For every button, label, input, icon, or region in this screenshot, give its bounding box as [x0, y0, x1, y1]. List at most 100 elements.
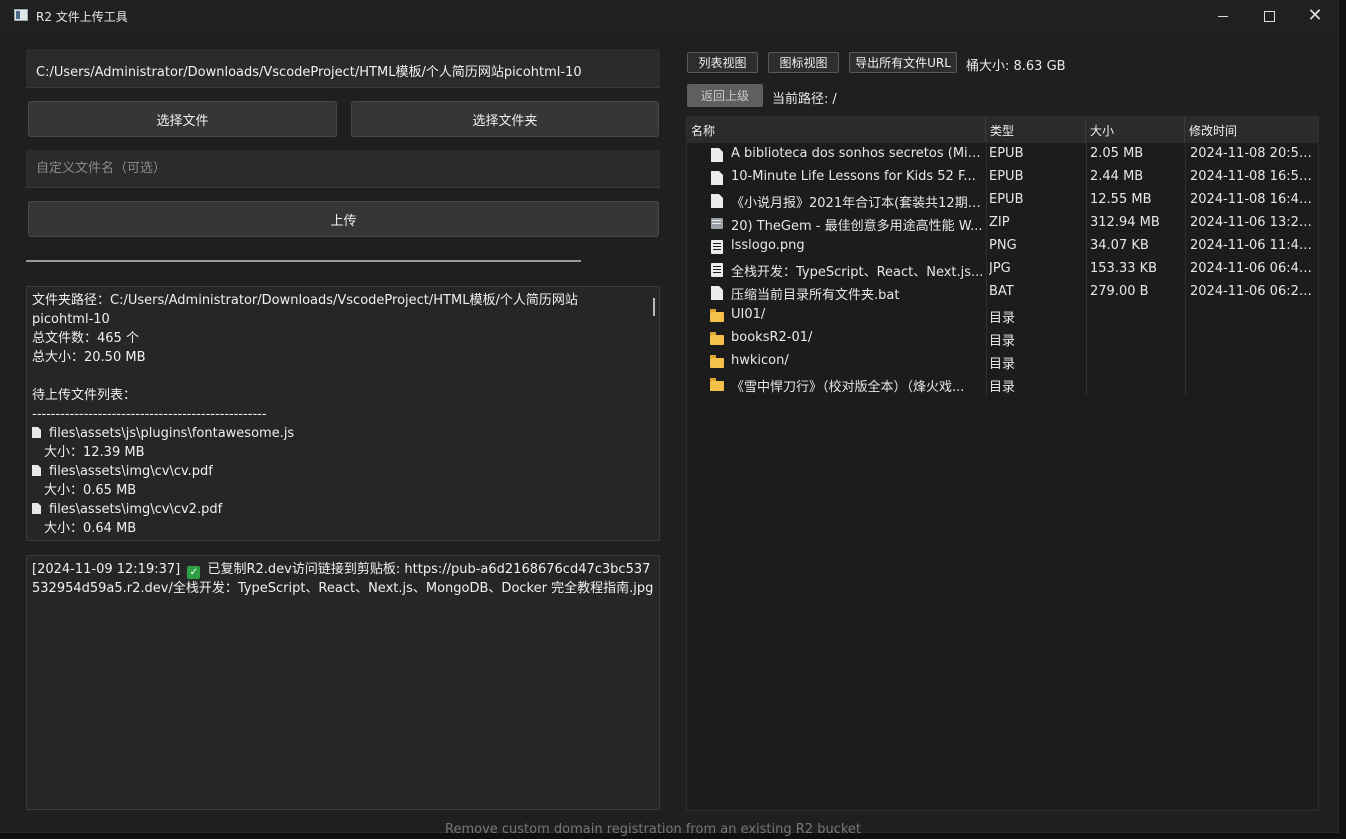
file-name: hwkicon/ [731, 353, 789, 368]
current-path-value: / [832, 92, 837, 107]
file-row[interactable]: 《小说月报》2021年合订本(套装共12期) ... EPUB 12.55 MB 20… [687, 189, 1318, 212]
file-name: 《小说月报》2021年合订本(套装共12期) ... [731, 196, 985, 211]
file-modified-time: 2024-11-08 20:50... [1190, 146, 1317, 161]
info-line: 大小：12.39 MB [32, 443, 642, 462]
file-type: 目录 [989, 380, 1016, 395]
file-row[interactable]: lsslogo.png PNG 34.07 KB 2024-11-06 11:49:5… [687, 235, 1318, 258]
log-panel[interactable]: [2024-11-09 12:19:37] ✓ 已复制R2.dev访问链接到剪贴… [26, 555, 660, 810]
file-name: 全栈开发：TypeScript、React、Next.js... [731, 265, 984, 280]
archive-icon [711, 218, 723, 229]
app-icon [14, 9, 28, 21]
file-row[interactable]: 全栈开发：TypeScript、React、Next.js... JPG 153.3… [687, 258, 1318, 281]
maximize-button[interactable] [1246, 0, 1292, 32]
file-name: 20) TheGem - 最佳创意多用途高性能 W... [731, 219, 983, 234]
info-line: 文件夹路径：C:/Users/Administrator/Downloads/V… [32, 291, 642, 310]
select-file-button[interactable]: 选择文件 [28, 101, 337, 137]
current-path-label: 当前路径: [772, 92, 829, 107]
check-icon: ✓ [187, 566, 201, 579]
file-row[interactable]: 压缩当前目录所有文件夹.bat BAT 279.00 B 2024-11-06 06:… [687, 281, 1318, 304]
file-size: 34.07 KB [1090, 238, 1149, 253]
folder-row[interactable]: booksR2-01/目录 [687, 327, 1318, 350]
file-name: UI01/ [731, 307, 766, 322]
file-modified-time: 2024-11-08 16:51:35 [1190, 169, 1317, 184]
select-folder-button[interactable]: 选择文件夹 [351, 101, 659, 137]
file-row[interactable]: 10-Minute Life Lessons for Kids 52 F... E… [687, 166, 1318, 189]
folder-icon [710, 378, 724, 391]
info-scrollbar[interactable] [653, 298, 655, 316]
minimize-button[interactable] [1200, 0, 1246, 32]
column-header-name[interactable]: 名称 [687, 117, 986, 143]
info-line: 总大小：20.50 MB [32, 348, 642, 367]
file-icon [711, 286, 723, 300]
file-row[interactable]: A biblioteca dos sonhos secretos (Mic...… [687, 143, 1318, 166]
file-name: lsslogo.png [731, 238, 805, 253]
file-name: 压缩当前目录所有文件夹.bat [731, 288, 900, 303]
column-header-modified[interactable]: 修改时间 [1185, 117, 1318, 143]
file-modified-time: 2024-11-06 11:49:53 [1190, 238, 1317, 253]
file-type: PNG [989, 238, 1017, 253]
column-header-type[interactable]: 类型 [986, 117, 1086, 143]
file-name: booksR2-01/ [731, 330, 813, 345]
current-path: 当前路径: / [772, 88, 837, 107]
file-icon [711, 194, 723, 208]
info-line-text: 文件夹路径：C:/Users/Administrator/Downloads/V… [32, 293, 578, 308]
custom-filename-input[interactable] [36, 161, 650, 176]
minimize-icon [1218, 15, 1228, 17]
progress-fill [26, 260, 581, 262]
file-row[interactable]: 20) TheGem - 最佳创意多用途高性能 W... ZIP 312.94 MB… [687, 212, 1318, 235]
icon-view-button[interactable]: 图标视图 [768, 52, 839, 73]
app-window: R2 文件上传工具 ✕ C:/Users/Administrator/Downl… [0, 0, 1339, 833]
source-path-field[interactable]: C:/Users/Administrator/Downloads/VscodeP… [26, 49, 660, 88]
bucket-size-label: 桶大小: 8.63 GB [966, 59, 1066, 74]
file-info-panel[interactable]: 文件夹路径：C:/Users/Administrator/Downloads/V… [26, 286, 660, 541]
file-name: 10-Minute Life Lessons for Kids 52 F... [731, 169, 976, 184]
file-modified-time: 2024-11-06 06:25... [1190, 284, 1317, 299]
info-line: 待上传文件列表： [32, 386, 642, 405]
upload-button[interactable]: 上传 [28, 201, 659, 237]
folder-row[interactable]: UI01/目录 [687, 304, 1318, 327]
file-type: EPUB [989, 169, 1024, 184]
file-size: 153.33 KB [1090, 261, 1158, 276]
file-type: BAT [989, 284, 1014, 299]
file-icon [32, 427, 41, 438]
folder-row[interactable]: 《雪中悍刀行》（校对版全本）（烽火戏... 目录 [687, 373, 1318, 396]
folder-icon [710, 309, 724, 322]
info-line: picohtml-10 [32, 310, 642, 329]
close-icon: ✕ [1307, 5, 1323, 26]
info-line: 大小：0.65 MB [32, 481, 642, 500]
folder-row[interactable]: hwkicon/目录 [687, 350, 1318, 373]
file-modified-time: 2024-11-06 13:23:... [1190, 215, 1317, 230]
file-modified-time: 2024-11-06 06:40... [1190, 261, 1317, 276]
file-info-text: 文件夹路径：C:/Users/Administrator/Downloads/V… [32, 291, 642, 540]
pending-file-line: files\assets\img\cv\cv2.pdf [32, 500, 642, 519]
info-line [32, 367, 642, 386]
info-line-text: files\assets\img\cv\cv.pdf [49, 464, 213, 479]
file-type: 目录 [989, 357, 1016, 372]
info-line: 总文件数：465 个 [32, 329, 642, 348]
file-name: 《雪中悍刀行》（校对版全本）（烽火戏... [731, 380, 965, 395]
file-size: 12.55 MB [1090, 192, 1152, 207]
file-table[interactable]: 名称 类型 大小 修改时间 A biblioteca dos sonhos se… [686, 116, 1319, 811]
file-size: 2.05 MB [1090, 146, 1144, 161]
export-urls-button[interactable]: 导出所有文件URL [849, 52, 957, 73]
file-type: EPUB [989, 146, 1024, 161]
info-line: 大小：0.64 MB [32, 519, 642, 538]
info-line: ----------------------------------------… [32, 405, 642, 424]
pending-file-line: files\assets\img\cv\cv.pdf [32, 462, 642, 481]
file-icon [32, 465, 41, 476]
file-size: 312.94 MB [1090, 215, 1160, 230]
file-type: JPG [989, 261, 1011, 276]
custom-filename-field[interactable] [26, 150, 660, 188]
close-button[interactable]: ✕ [1292, 0, 1338, 32]
folder-icon [710, 332, 724, 345]
back-button[interactable]: 返回上级 [687, 84, 763, 107]
file-modified-time: 2024-11-08 16:47:... [1190, 192, 1317, 207]
column-header-size[interactable]: 大小 [1086, 117, 1185, 143]
window-title: R2 文件上传工具 [36, 10, 128, 24]
info-line-text: 总大小：20.50 MB [32, 350, 146, 365]
list-view-button[interactable]: 列表视图 [687, 52, 758, 73]
info-line-text: 待上传文件列表： [32, 388, 137, 403]
info-line-text: 大小：12.39 MB [44, 445, 145, 460]
log-timestamp: [2024-11-09 12:19:37] [32, 562, 181, 577]
title-bar: R2 文件上传工具 ✕ [0, 0, 1338, 32]
